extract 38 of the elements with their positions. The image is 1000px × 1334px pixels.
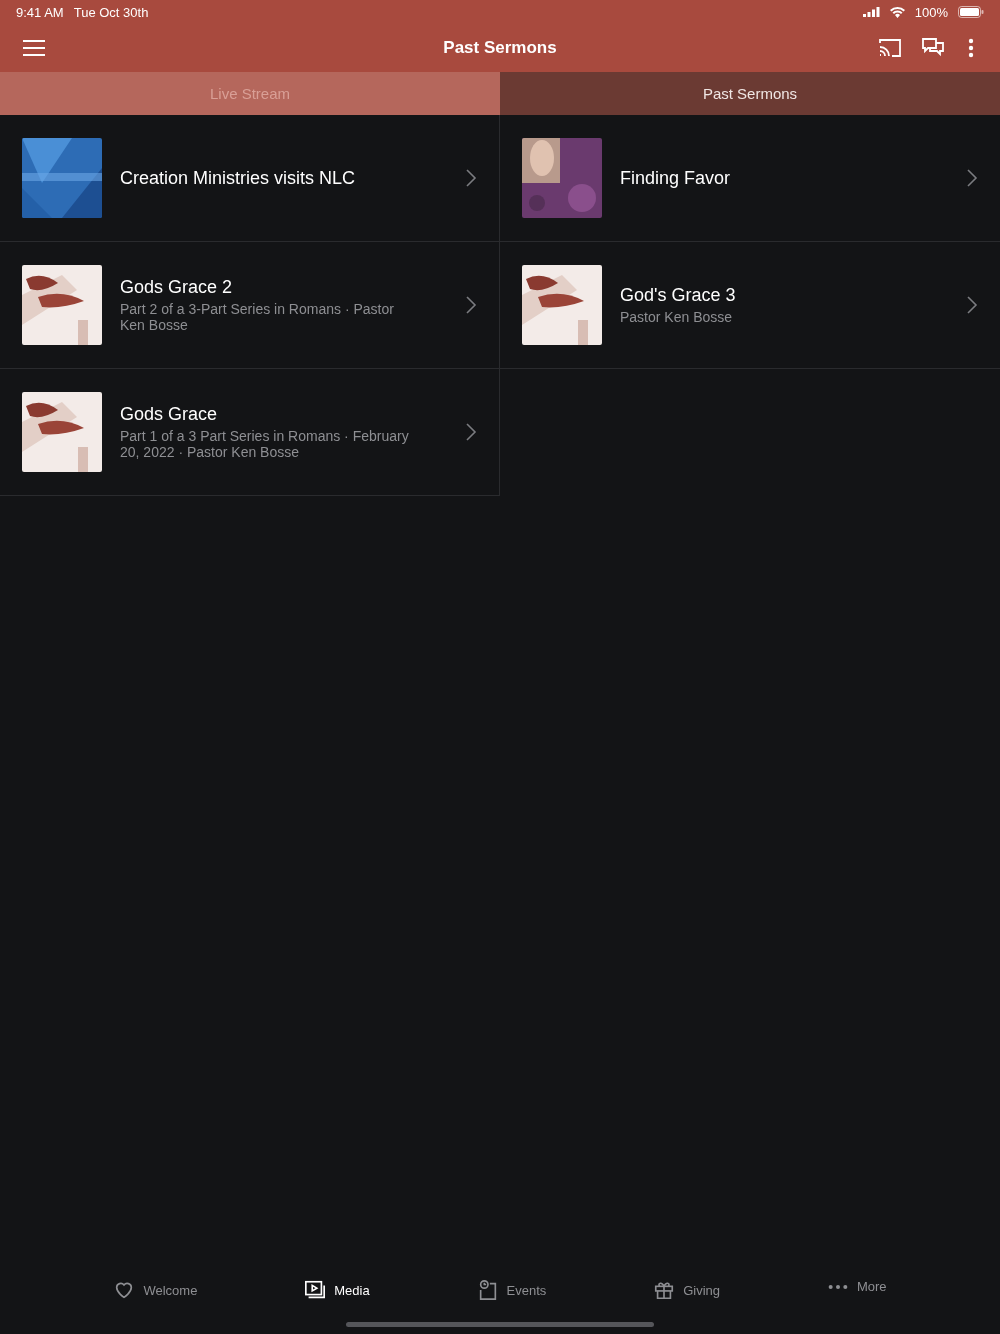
sermon-row[interactable]: God's Grace 3 Pastor Ken Bosse	[500, 242, 1000, 369]
sermon-title: God's Grace 3	[620, 285, 737, 306]
cast-icon	[878, 38, 902, 58]
sermon-subtitle: Part 1 of a 3 Part Series in Romans · February 20, 2022 · Pastor Ken Bosse	[120, 428, 410, 460]
more-icon	[826, 1283, 849, 1290]
sermon-row[interactable]: Gods Grace Part 1 of a 3 Part Series in Romans · February 20, 2022 · Pastor Ken Bosse	[0, 369, 500, 496]
sermon-title: Gods Grace	[120, 404, 219, 425]
chevron-icon	[465, 169, 477, 187]
chevron-icon	[966, 296, 978, 314]
sermon-title: Finding Favor	[620, 167, 732, 189]
gift-icon	[653, 1279, 676, 1301]
signal-icon	[862, 7, 880, 17]
wifi-icon	[889, 6, 905, 18]
sermon-subtitle: Part 2 of a 3-Part Series in Romans · Pastor Ken Bosse	[120, 301, 395, 333]
nav-tab[interactable]: Giving	[647, 1278, 727, 1302]
sermon-title: Creation Ministries visits NLC	[120, 167, 357, 189]
more-options-icon	[968, 38, 974, 58]
chevron-icon	[465, 296, 477, 314]
status-date: Tue Oct 30th	[73, 4, 149, 20]
menu-icon	[22, 39, 46, 57]
nav-tab[interactable]: Events	[470, 1278, 553, 1302]
status-time: 9:41 AM	[16, 4, 64, 20]
sermon-row[interactable]: Creation Ministries visits NLC	[0, 115, 500, 242]
nav-tab[interactable]: Welcome	[107, 1278, 204, 1302]
sermon-row[interactable]: Gods Grace 2 Part 2 of a 3-Part Series in Romans · Pastor Ken Bosse	[0, 242, 500, 369]
page-title: Past Sermons	[442, 38, 558, 58]
sermon-subtitle: Pastor Ken Bosse	[620, 309, 734, 325]
tab[interactable]: Past Sermons	[500, 72, 1000, 115]
sermon-title: Gods Grace 2	[120, 277, 234, 298]
nav-tab[interactable]: Media	[298, 1278, 376, 1302]
chevron-icon	[465, 423, 477, 441]
chat-icon	[922, 38, 944, 58]
nav-tab[interactable]: More	[820, 1278, 893, 1295]
media-icon	[304, 1279, 327, 1301]
battery-icon	[958, 6, 984, 18]
sermon-row[interactable]: Finding Favor	[500, 115, 1000, 242]
chevron-icon	[966, 169, 978, 187]
battery-percent: 100%	[914, 4, 948, 20]
